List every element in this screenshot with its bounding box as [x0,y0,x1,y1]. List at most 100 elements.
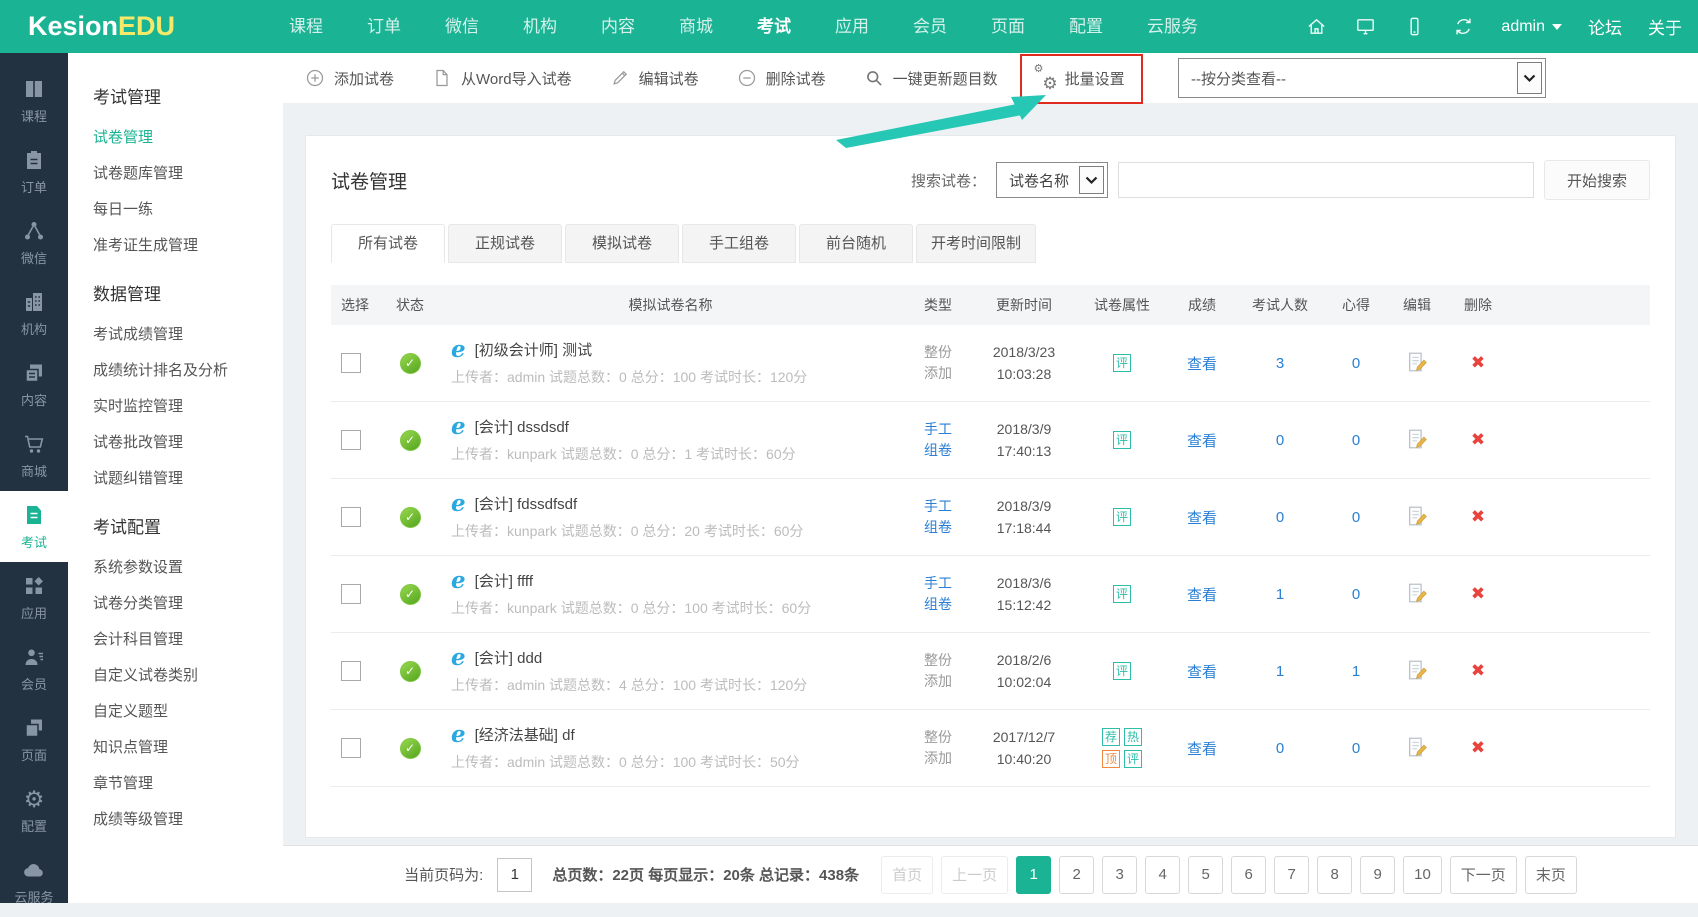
delete-icon[interactable]: ✖ [1471,584,1485,603]
candidate-count[interactable]: 0 [1276,432,1284,449]
notes-count[interactable]: 0 [1352,432,1360,449]
page-number-button[interactable]: 10 [1403,856,1442,894]
search-type-select[interactable]: 试卷名称 [996,162,1108,198]
view-score-link[interactable]: 查看 [1187,664,1217,681]
mobile-icon[interactable] [1403,15,1426,38]
page-number-button[interactable]: 1 [1016,856,1051,894]
submenu-item[interactable]: 试卷题库管理 [93,154,283,190]
submenu-item[interactable]: 会计科目管理 [93,620,283,656]
sidebar-item-pages[interactable]: 页面 [0,704,68,775]
sidebar-item-exams[interactable]: 考试 [0,491,68,562]
attr-badge[interactable]: 热 [1124,728,1142,746]
update-question-count-button[interactable]: 一键更新题目数 [864,68,998,89]
search-input[interactable] [1118,162,1534,198]
notes-count[interactable]: 0 [1352,509,1360,526]
topbar-nav-item[interactable]: 云服务 [1133,0,1212,53]
candidate-count[interactable]: 1 [1276,586,1284,603]
edit-icon[interactable] [1406,659,1428,681]
start-search-button[interactable]: 开始搜索 [1544,160,1650,200]
paper-tab[interactable]: 开考时间限制 [916,224,1036,263]
notes-count[interactable]: 0 [1352,740,1360,757]
notes-count[interactable]: 0 [1352,586,1360,603]
sidebar-item-courses[interactable]: 课程 [0,65,68,136]
topbar-nav-item[interactable]: 机构 [509,0,571,53]
submenu-item[interactable]: 章节管理 [93,764,283,800]
candidate-count[interactable]: 0 [1276,509,1284,526]
delete-icon[interactable]: ✖ [1471,430,1485,449]
sidebar-item-apps[interactable]: 应用 [0,562,68,633]
about-link[interactable]: 关于 [1648,14,1682,39]
topbar-nav-item[interactable]: 微信 [431,0,493,53]
submenu-item[interactable]: 试卷分类管理 [93,584,283,620]
sidebar-item-organization[interactable]: 机构 [0,278,68,349]
delete-icon[interactable]: ✖ [1471,507,1485,526]
current-page-input[interactable] [497,858,532,892]
view-score-link[interactable]: 查看 [1187,510,1217,527]
edit-icon[interactable] [1406,736,1428,758]
submenu-item[interactable]: 试卷批改管理 [93,423,283,459]
candidate-count[interactable]: 0 [1276,740,1284,757]
row-checkbox[interactable] [341,353,361,373]
submenu-item[interactable]: 系统参数设置 [93,548,283,584]
view-score-link[interactable]: 查看 [1187,433,1217,450]
home-icon[interactable] [1305,15,1328,38]
row-checkbox[interactable] [341,584,361,604]
prev-page-button[interactable]: 上一页 [941,856,1008,894]
page-number-button[interactable]: 3 [1102,856,1137,894]
candidate-count[interactable]: 3 [1276,355,1284,372]
next-page-button[interactable]: 下一页 [1450,856,1517,894]
submenu-item[interactable]: 自定义题型 [93,692,283,728]
candidate-count[interactable]: 1 [1276,663,1284,680]
paper-type[interactable]: 手工组卷 [904,419,972,461]
paper-tab[interactable]: 手工组卷 [682,224,796,263]
paper-title[interactable]: [会计] dssdsdf [475,416,569,437]
sidebar-item-members[interactable]: 会员 [0,633,68,704]
submenu-item[interactable]: 知识点管理 [93,728,283,764]
edit-icon[interactable] [1406,582,1428,604]
attr-badge[interactable]: 顶 [1102,750,1120,768]
submenu-item[interactable]: 考试成绩管理 [93,315,283,351]
topbar-nav-item[interactable]: 配置 [1055,0,1117,53]
topbar-nav-item[interactable]: 商城 [665,0,727,53]
admin-menu[interactable]: admin [1501,18,1562,36]
add-paper-button[interactable]: 添加试卷 [305,68,394,89]
topbar-nav-item[interactable]: 页面 [977,0,1039,53]
page-number-button[interactable]: 8 [1317,856,1352,894]
sidebar-item-cloud[interactable]: 云服务 [0,846,68,917]
refresh-icon[interactable] [1452,15,1475,38]
attr-badge[interactable]: 荐 [1102,728,1120,746]
notes-count[interactable]: 0 [1352,355,1360,372]
import-word-button[interactable]: 从Word导入试卷 [432,68,572,89]
topbar-nav-item[interactable]: 考试 [743,0,805,53]
submenu-item[interactable]: 每日一练 [93,190,283,226]
row-checkbox[interactable] [341,507,361,527]
forum-link[interactable]: 论坛 [1588,14,1622,39]
paper-title[interactable]: [会计] ddd [475,647,543,668]
page-number-button[interactable]: 4 [1145,856,1180,894]
attr-badge[interactable]: 评 [1124,750,1142,768]
topbar-nav-item[interactable]: 内容 [587,0,649,53]
edit-paper-button[interactable]: 编辑试卷 [610,68,699,89]
view-score-link[interactable]: 查看 [1187,356,1217,373]
edit-icon[interactable] [1406,351,1428,373]
submenu-item[interactable]: 试卷管理 [93,118,283,154]
topbar-nav-item[interactable]: 会员 [899,0,961,53]
topbar-nav-item[interactable]: 课程 [275,0,337,53]
submenu-item[interactable]: 成绩统计排名及分析 [93,351,283,387]
notes-count[interactable]: 1 [1352,663,1360,680]
paper-tab[interactable]: 正规试卷 [448,224,562,263]
edit-icon[interactable] [1406,428,1428,450]
page-number-button[interactable]: 2 [1059,856,1094,894]
row-checkbox[interactable] [341,738,361,758]
paper-title[interactable]: [会计] ffff [475,570,533,591]
edit-icon[interactable] [1406,505,1428,527]
paper-tab[interactable]: 前台随机 [799,224,913,263]
page-number-button[interactable]: 6 [1231,856,1266,894]
paper-type[interactable]: 手工组卷 [904,496,972,538]
submenu-item[interactable]: 自定义试卷类别 [93,656,283,692]
paper-type[interactable]: 手工组卷 [904,573,972,615]
paper-tab[interactable]: 所有试卷 [331,224,445,263]
attr-badge[interactable]: 评 [1113,508,1131,526]
attr-badge[interactable]: 评 [1113,585,1131,603]
topbar-nav-item[interactable]: 应用 [821,0,883,53]
